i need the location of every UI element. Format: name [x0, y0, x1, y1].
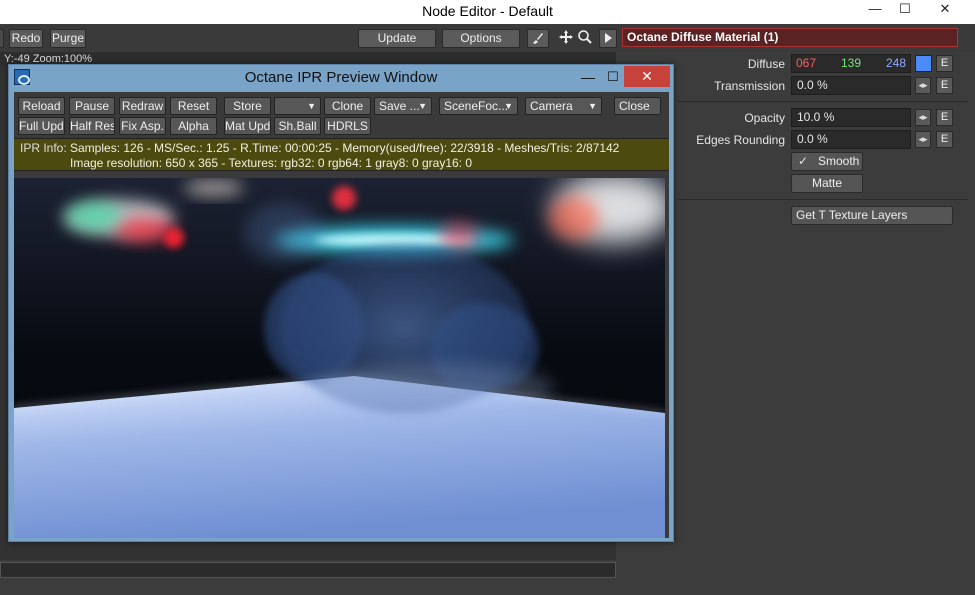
- smooth-label: Smooth: [818, 154, 860, 168]
- ipr-close-button[interactable]: ✕: [624, 66, 670, 87]
- title-bar: Node Editor - Default — ☐ ✕: [0, 0, 975, 24]
- camera-label: Camera: [530, 99, 573, 113]
- redraw-button[interactable]: Redraw: [119, 97, 166, 115]
- edges-rounding-envelope-button[interactable]: E: [936, 131, 953, 148]
- material-header: Octane Diffuse Material (1): [622, 28, 958, 47]
- maximize-button[interactable]: ☐: [888, 0, 922, 20]
- get-texture-layers-button[interactable]: Get T Texture Layers: [791, 206, 953, 225]
- checkmark-icon: ✓: [798, 154, 809, 168]
- alpha-button[interactable]: Alpha: [170, 117, 217, 135]
- reload-button[interactable]: Reload: [18, 97, 65, 115]
- diffuse-color-field[interactable]: 067 139 248: [791, 54, 911, 73]
- diffuse-envelope-button[interactable]: E: [936, 55, 953, 72]
- half-res-button[interactable]: Half Res: [69, 117, 115, 135]
- ipr-info-resolution: Image resolution: 650 x 365 - Textures: …: [70, 156, 473, 170]
- diffuse-label: Diffuse: [747, 57, 785, 71]
- purge-button[interactable]: Purge: [50, 29, 86, 48]
- toolbar-left-button[interactable]: [0, 29, 4, 48]
- chevron-down-icon: ▼: [504, 101, 513, 111]
- ipr-body: Reload Pause Redraw Reset Store ▼ Clone …: [14, 92, 669, 538]
- window-title: Node Editor - Default: [422, 3, 553, 19]
- render-scene: [14, 178, 665, 538]
- transmission-envelope-button[interactable]: E: [936, 77, 953, 94]
- ipr-minimize-button[interactable]: —: [578, 68, 598, 86]
- transmission-spinner[interactable]: ◂▸: [915, 77, 931, 94]
- move-icon[interactable]: [557, 29, 575, 48]
- options-button[interactable]: Options: [442, 29, 520, 48]
- scene-focus-dropdown[interactable]: SceneFoc... ▼: [439, 97, 518, 115]
- matte-toggle[interactable]: Matte: [791, 174, 863, 193]
- ipr-preview-window: Octane IPR Preview Window — ☐ ✕ Reload P…: [8, 64, 674, 542]
- redo-button[interactable]: Redo: [9, 29, 43, 48]
- transmission-field[interactable]: 0.0 %: [791, 76, 911, 95]
- opacity-spinner[interactable]: ◂▸: [915, 109, 931, 126]
- edges-rounding-label: Edges Rounding: [696, 133, 785, 147]
- clone-button[interactable]: Clone: [324, 97, 371, 115]
- diffuse-color-swatch[interactable]: [915, 55, 932, 72]
- close-button[interactable]: Close: [614, 97, 661, 115]
- divider: [678, 101, 968, 102]
- horizontal-scrollbar[interactable]: [0, 562, 616, 578]
- pause-button[interactable]: Pause: [69, 97, 115, 115]
- smooth-toggle[interactable]: ✓ Smooth: [791, 152, 863, 171]
- diffuse-g: 139: [841, 56, 862, 70]
- mat-update-button[interactable]: Mat Upd: [224, 117, 271, 135]
- update-button[interactable]: Update: [358, 29, 436, 48]
- edges-rounding-field[interactable]: 0.0 %: [791, 130, 911, 149]
- chevron-down-icon: ▼: [418, 101, 427, 111]
- chevron-down-icon: ▼: [307, 101, 316, 111]
- fix-aspect-button[interactable]: Fix Asp.: [119, 117, 166, 135]
- full-update-button[interactable]: Full Upd.: [18, 117, 65, 135]
- diffuse-b: 248: [886, 56, 907, 70]
- diffuse-r: 067: [796, 56, 817, 70]
- transmission-label: Transmission: [714, 79, 785, 93]
- store-slot-dropdown[interactable]: ▼: [274, 97, 321, 115]
- ipr-info-bar: IPR Info: Samples: 126 - MS/Sec.: 1.25 -…: [14, 138, 669, 171]
- divider: [678, 199, 968, 200]
- opacity-envelope-button[interactable]: E: [936, 109, 953, 126]
- edges-rounding-spinner[interactable]: ◂▸: [915, 131, 931, 148]
- minimize-button[interactable]: —: [858, 0, 892, 20]
- camera-dropdown[interactable]: Camera ▼: [525, 97, 602, 115]
- zoom-icon[interactable]: [576, 29, 594, 48]
- ipr-info-stats: Samples: 126 - MS/Sec.: 1.25 - R.Time: 0…: [70, 141, 620, 155]
- render-preview-image[interactable]: [14, 178, 665, 538]
- close-button[interactable]: ✕: [922, 0, 968, 20]
- ipr-maximize-button[interactable]: ☐: [603, 68, 623, 86]
- ipr-window-title: Octane IPR Preview Window: [244, 69, 438, 86]
- opacity-label: Opacity: [744, 111, 785, 125]
- opacity-field[interactable]: 10.0 %: [791, 108, 911, 127]
- chevron-down-icon: ▼: [588, 101, 597, 111]
- hdrls-button[interactable]: HDRLS: [324, 117, 371, 135]
- scene-focus-label: SceneFoc...: [444, 99, 509, 113]
- save-dropdown[interactable]: Save ... ▼: [374, 97, 432, 115]
- ipr-info-label: IPR Info:: [20, 141, 67, 155]
- brush-icon[interactable]: [527, 29, 549, 48]
- ipr-title-bar[interactable]: Octane IPR Preview Window — ☐ ✕: [9, 65, 673, 91]
- play-icon[interactable]: [599, 29, 617, 48]
- save-label: Save ...: [379, 99, 420, 113]
- shader-ball-button[interactable]: Sh.Ball: [274, 117, 321, 135]
- store-button[interactable]: Store: [224, 97, 271, 115]
- reset-button[interactable]: Reset: [170, 97, 217, 115]
